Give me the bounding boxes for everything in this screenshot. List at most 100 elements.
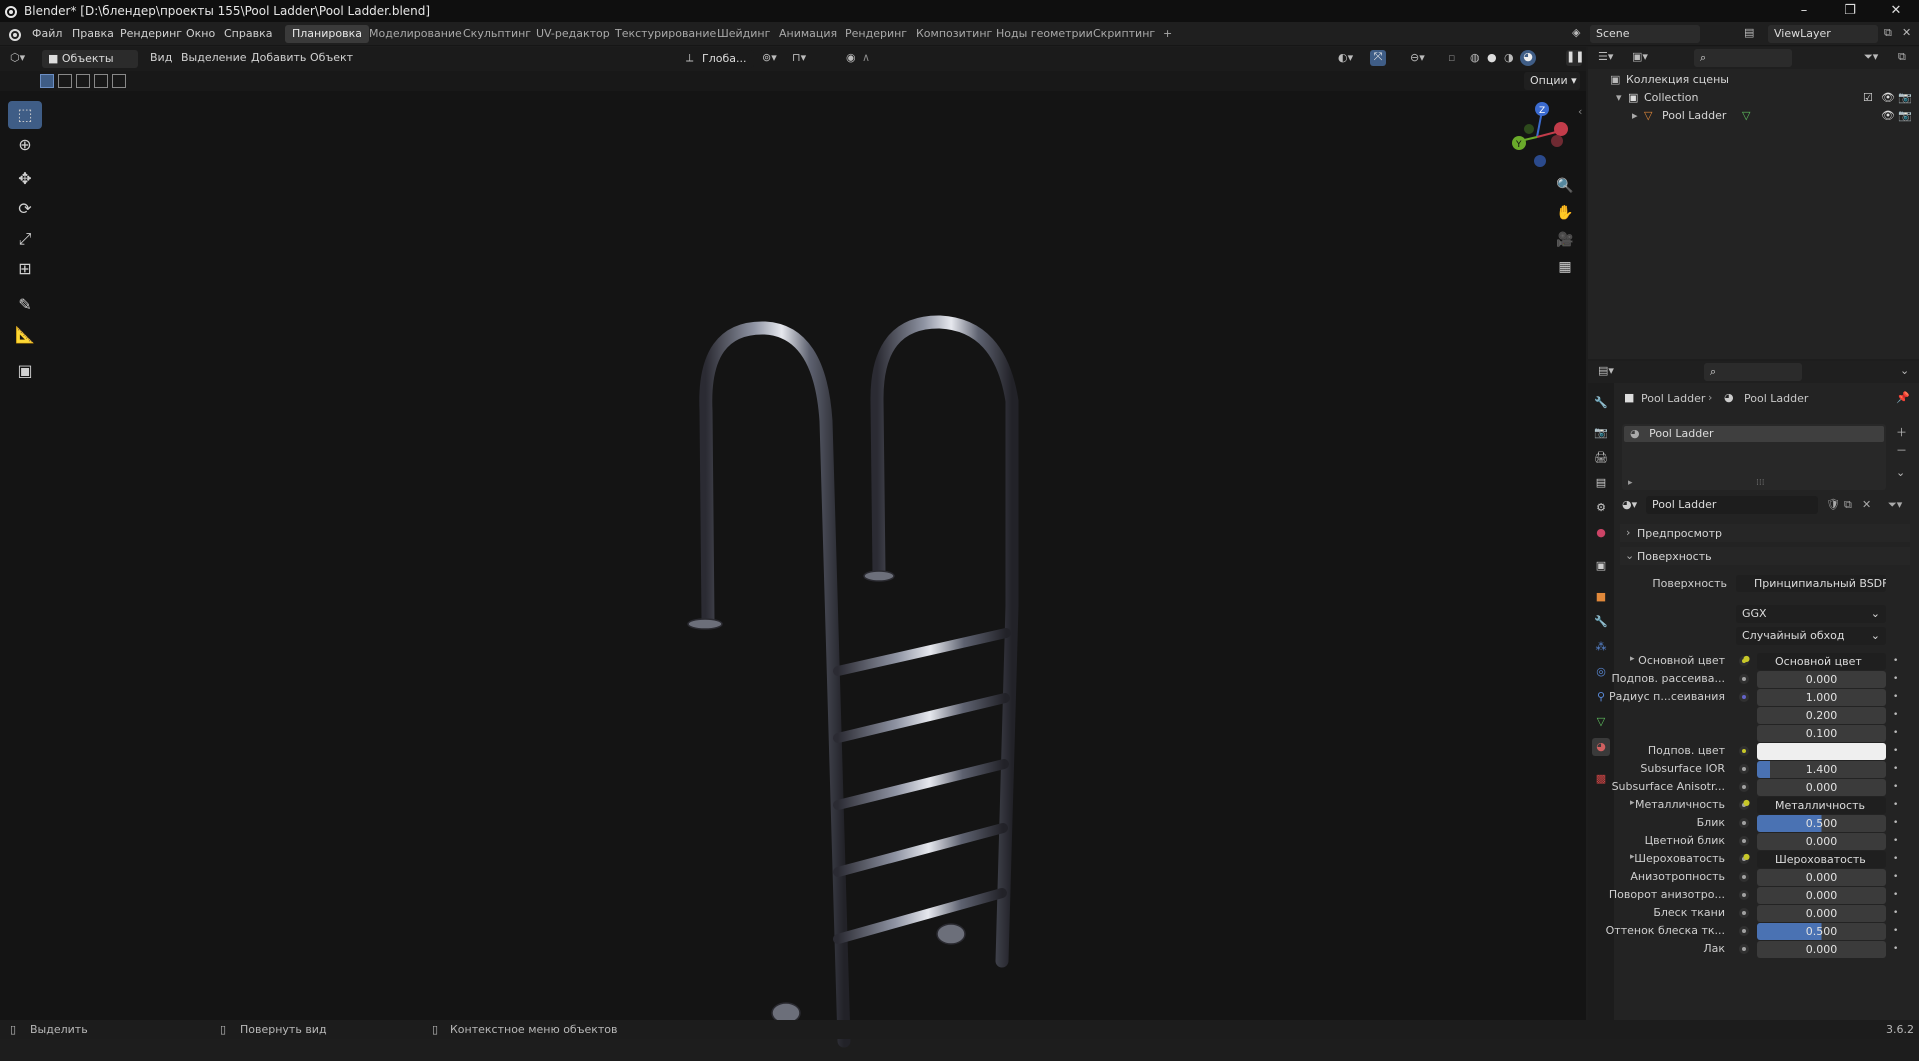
- keyframe-dot-icon[interactable]: •: [1893, 692, 1898, 702]
- socket-icon[interactable]: [1739, 692, 1749, 702]
- particles-tab-icon[interactable]: ⁂: [1592, 638, 1610, 656]
- keyframe-dot-icon[interactable]: •: [1893, 656, 1898, 666]
- keyframe-dot-icon[interactable]: •: [1893, 854, 1898, 864]
- scene-selector[interactable]: Scene: [1590, 25, 1700, 43]
- tab-geometry-nodes[interactable]: Ноды геометрии: [989, 25, 1100, 43]
- material-tab-icon[interactable]: ◕: [1592, 738, 1610, 756]
- tab-layout[interactable]: Планировка: [285, 25, 369, 43]
- number-field[interactable]: 0.500: [1757, 923, 1886, 940]
- socket-icon[interactable]: [1739, 782, 1749, 792]
- duplicate-material-icon[interactable]: ⧉: [1844, 498, 1852, 512]
- tab-modeling[interactable]: Моделирование: [362, 25, 469, 43]
- outliner-object-row[interactable]: ▸ ▽ Pool Ladder ▽ 👁 📷: [1588, 107, 1919, 125]
- keyframe-dot-icon[interactable]: •: [1893, 746, 1898, 756]
- keyframe-dot-icon[interactable]: •: [1893, 944, 1898, 954]
- select-intersect-icon[interactable]: [112, 74, 126, 88]
- gizmo-toggle-icon[interactable]: ⤧: [1370, 50, 1386, 66]
- properties-editor-icon[interactable]: ▤▾: [1598, 364, 1614, 377]
- display-mode-icon[interactable]: ▣▾: [1632, 50, 1648, 63]
- constraints-tab-icon[interactable]: ⚲: [1592, 688, 1610, 706]
- socket-icon[interactable]: [1739, 890, 1749, 900]
- render-tab-icon[interactable]: 📷: [1592, 424, 1610, 442]
- keyframe-dot-icon[interactable]: •: [1893, 872, 1898, 882]
- editor-type-icon[interactable]: ⬡▾: [10, 51, 25, 64]
- render-camera-icon[interactable]: 📷: [1898, 89, 1912, 107]
- number-field[interactable]: 0.000: [1757, 833, 1886, 850]
- move-tool-icon[interactable]: ✥: [8, 165, 42, 193]
- view-layer-selector[interactable]: ViewLayer: [1768, 25, 1878, 43]
- texture-tab-icon[interactable]: ▩: [1592, 770, 1610, 788]
- tab-texture-paint[interactable]: Текстурирование: [608, 25, 723, 43]
- list-resize-handle[interactable]: ⁞⁞⁞: [1756, 478, 1765, 488]
- close-button[interactable]: ✕: [1873, 0, 1919, 22]
- select-box-tool-icon[interactable]: ⬚: [8, 101, 42, 129]
- keyframe-dot-icon[interactable]: •: [1893, 710, 1898, 720]
- outliner-editor-icon[interactable]: ☰▾: [1598, 50, 1613, 63]
- sidebar-toggle-icon[interactable]: ‹: [1578, 105, 1582, 118]
- socket-icon[interactable]: [1739, 674, 1749, 684]
- fake-user-icon[interactable]: 🛡: [1826, 498, 1840, 511]
- outliner-search-input[interactable]: ⌕: [1694, 49, 1792, 67]
- measure-tool-icon[interactable]: 📐: [8, 321, 42, 349]
- keyframe-dot-icon[interactable]: •: [1893, 908, 1898, 918]
- scene-icon[interactable]: ◈: [1572, 26, 1580, 39]
- menu-render[interactable]: Рендеринг: [120, 27, 182, 40]
- number-field[interactable]: 1.400: [1757, 761, 1886, 778]
- view-layer-tab-icon[interactable]: ▤: [1592, 474, 1610, 492]
- socket-icon[interactable]: [1739, 818, 1749, 828]
- solid-shading-icon[interactable]: ●: [1487, 51, 1497, 64]
- exclude-checkbox[interactable]: ☑: [1863, 89, 1873, 107]
- keyframe-dot-icon[interactable]: •: [1893, 926, 1898, 936]
- modifiers-tab-icon[interactable]: 🔧: [1592, 613, 1610, 631]
- surface-shader-field[interactable]: Принципиальный BSDF: [1736, 575, 1886, 592]
- overlays-icon[interactable]: ⊖▾: [1410, 51, 1425, 64]
- pin-icon[interactable]: 📌: [1896, 391, 1910, 404]
- material-slot-item[interactable]: ◕ Pool Ladder: [1624, 426, 1884, 442]
- expand-arrow-icon[interactable]: ▸: [1632, 107, 1638, 125]
- add-slot-icon[interactable]: ＋: [1896, 424, 1907, 440]
- pan-hand-icon[interactable]: ✋: [1552, 200, 1578, 226]
- tool-tab-icon[interactable]: 🔧: [1592, 394, 1610, 412]
- viewport-menu-object[interactable]: Объект: [310, 51, 353, 64]
- socket-icon[interactable]: [1739, 746, 1749, 756]
- tab-rendering[interactable]: Рендеринг: [838, 25, 914, 43]
- menu-file[interactable]: Файл: [32, 27, 62, 40]
- viewport-menu-select[interactable]: Выделение: [181, 51, 247, 64]
- tab-animation[interactable]: Анимация: [772, 25, 844, 43]
- scale-tool-icon[interactable]: ⤢: [8, 225, 42, 253]
- remove-view-layer-icon[interactable]: ✕: [1902, 26, 1911, 39]
- collection-tab-icon[interactable]: ▣: [1592, 557, 1610, 575]
- keyframe-dot-icon[interactable]: •: [1893, 818, 1898, 828]
- rendered-shading-icon[interactable]: ◕: [1520, 50, 1536, 66]
- xray-icon[interactable]: ▫: [1448, 51, 1455, 64]
- number-field[interactable]: 0.000: [1757, 905, 1886, 922]
- number-field[interactable]: 0.500: [1757, 815, 1886, 832]
- mode-selector[interactable]: ■ Объекты: [42, 50, 138, 68]
- keyframe-dot-icon[interactable]: •: [1893, 890, 1898, 900]
- viewport-menu-add[interactable]: Добавить: [251, 51, 306, 64]
- linked-input-field[interactable]: Основной цвет: [1757, 653, 1886, 670]
- select-extend-icon[interactable]: [58, 74, 72, 88]
- expand-arrow-icon[interactable]: ▸: [1630, 798, 1635, 808]
- select-subtract-icon[interactable]: [76, 74, 90, 88]
- menu-window[interactable]: Окно: [186, 27, 215, 40]
- filter-icon[interactable]: ⏷▾: [1864, 50, 1878, 64]
- viewport-menu-view[interactable]: Вид: [150, 51, 172, 64]
- data-tab-icon[interactable]: ▽: [1592, 713, 1610, 731]
- select-new-icon[interactable]: [40, 74, 54, 88]
- minimize-button[interactable]: –: [1781, 0, 1827, 22]
- maximize-button[interactable]: ❐: [1827, 0, 1873, 22]
- camera-view-icon[interactable]: 🎥: [1552, 227, 1578, 253]
- add-workspace-button[interactable]: +: [1156, 25, 1179, 43]
- navigation-gizmo[interactable]: Z Y: [1502, 99, 1572, 169]
- new-view-layer-icon[interactable]: ⧉: [1884, 26, 1892, 40]
- tab-sculpting[interactable]: Скульптинг: [456, 25, 538, 43]
- socket-icon[interactable]: [1739, 836, 1749, 846]
- transform-tool-icon[interactable]: ⊞: [8, 255, 42, 283]
- view-layer-icon[interactable]: ▤: [1744, 26, 1754, 39]
- render-camera-icon[interactable]: 📷: [1898, 107, 1912, 125]
- remove-slot-icon[interactable]: －: [1896, 442, 1907, 458]
- outliner-scene-collection[interactable]: ▣ Коллекция сцены: [1588, 71, 1919, 89]
- number-field[interactable]: 0.000: [1757, 671, 1886, 688]
- subsurface-method-select[interactable]: Случайный обход ⌄: [1736, 627, 1886, 645]
